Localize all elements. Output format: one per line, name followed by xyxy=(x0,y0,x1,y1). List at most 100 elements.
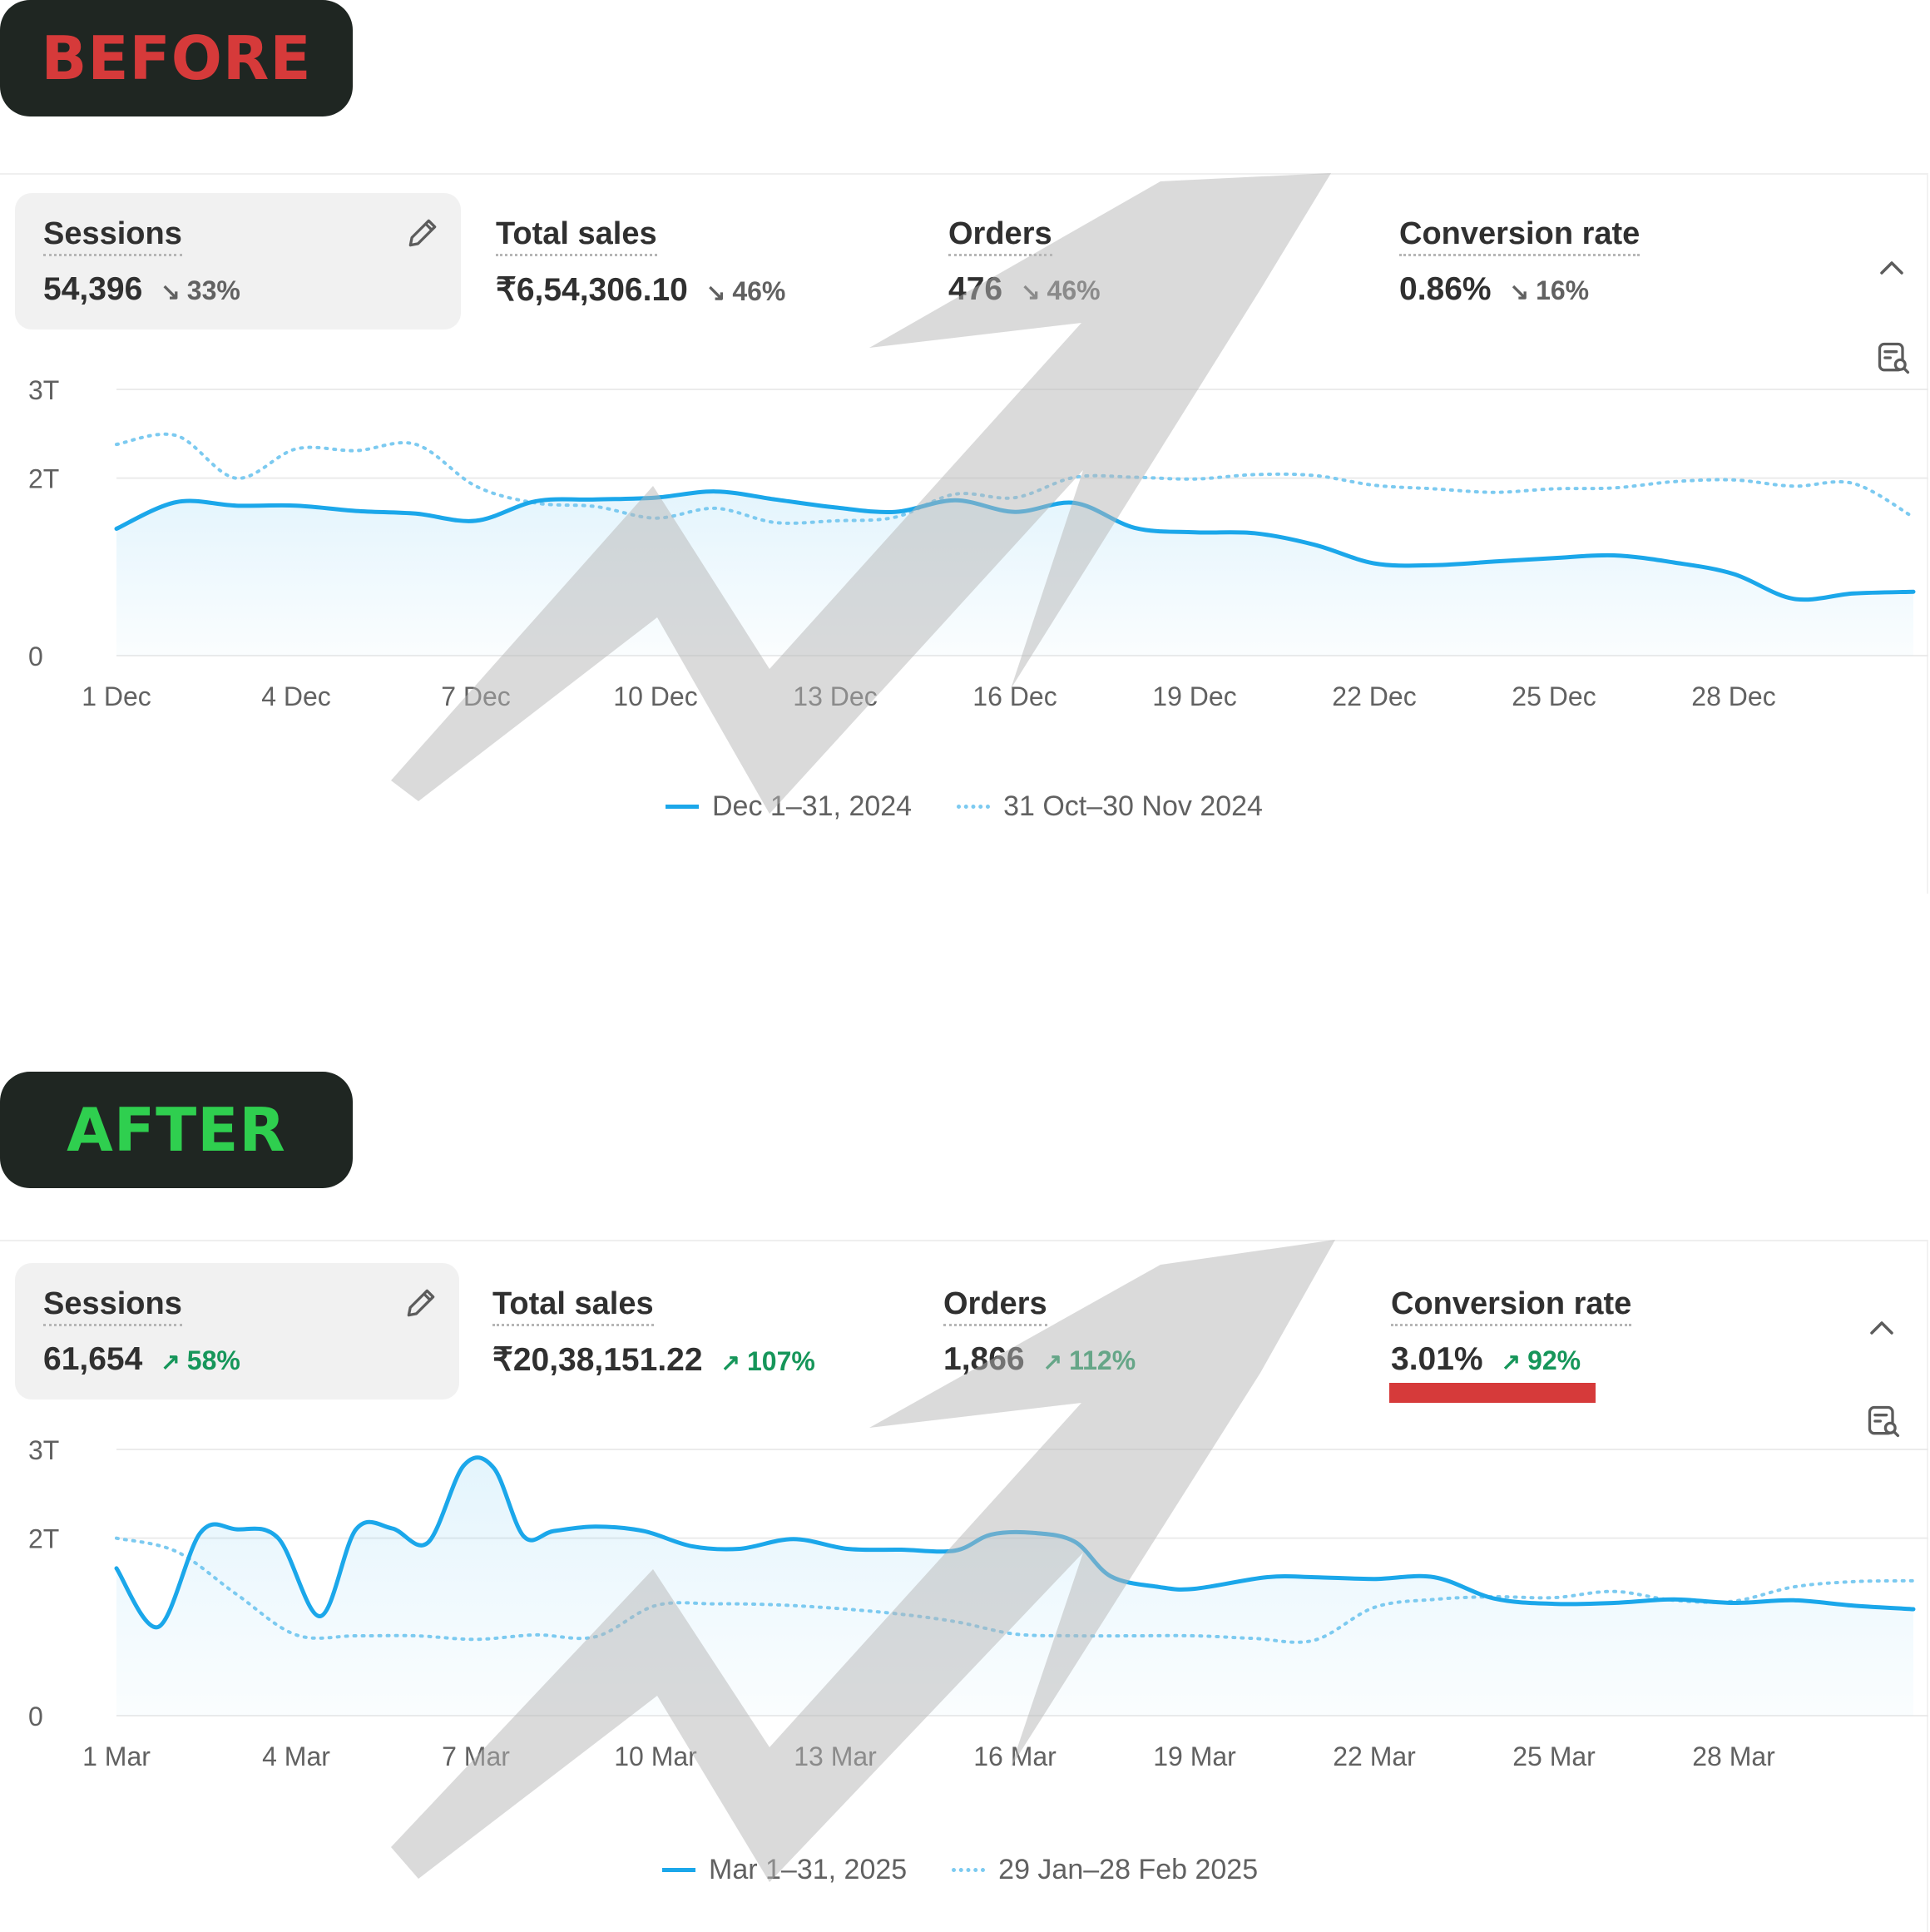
metric-value: 0.86% xyxy=(1399,271,1492,307)
y-tick-label: 0 xyxy=(28,642,43,671)
x-tick-label: 10 Mar xyxy=(614,1741,697,1771)
legend-label: 31 Oct–30 Nov 2024 xyxy=(1003,790,1263,822)
pencil-icon[interactable] xyxy=(404,215,441,251)
arrow-down-icon: ↘ xyxy=(1509,279,1530,305)
arrow-up-icon: ↗ xyxy=(1042,1349,1063,1375)
legend-label: Mar 1–31, 2025 xyxy=(709,1854,908,1885)
arrow-up-icon: ↗ xyxy=(1501,1349,1522,1375)
metric-delta: ↗ 107% xyxy=(721,1346,815,1377)
metric-label: Sessions xyxy=(43,1286,182,1326)
y-tick-label: 2T xyxy=(28,1524,59,1554)
after-analytics-card: Sessions 61,654 ↗ 58% Total sales ₹20,38,1… xyxy=(0,1240,1930,1932)
legend-item-previous[interactable]: 31 Oct–30 Nov 2024 xyxy=(957,790,1263,823)
metric-label: Orders xyxy=(943,1286,1047,1326)
series-area-fill xyxy=(116,1457,1913,1716)
after-badge: AFTER xyxy=(0,1072,353,1188)
metric-delta: ↘ 16% xyxy=(1510,275,1590,306)
x-tick-label: 19 Dec xyxy=(1152,681,1236,711)
series-area-fill xyxy=(116,491,1913,656)
y-tick-label: 2T xyxy=(28,464,59,494)
legend-item-previous[interactable]: 29 Jan–28 Feb 2025 xyxy=(952,1854,1258,1886)
metric-delta: ↘ 33% xyxy=(161,275,240,306)
metric-value: 3.01% xyxy=(1391,1341,1483,1377)
x-tick-label: 7 Mar xyxy=(442,1741,510,1771)
legend-swatch-dotted xyxy=(957,805,991,809)
metric-value: 476 xyxy=(948,271,1003,307)
metric-label: Total sales xyxy=(496,216,657,256)
before-analytics-card: Sessions 54,396 ↘ 33% Total sales ₹6,54,30… xyxy=(0,173,1930,894)
x-tick-label: 10 Dec xyxy=(613,681,697,711)
x-tick-label: 1 Mar xyxy=(82,1741,151,1771)
arrow-down-icon: ↘ xyxy=(161,279,181,305)
x-tick-label: 22 Mar xyxy=(1333,1741,1416,1771)
arrow-up-icon: ↗ xyxy=(161,1349,181,1375)
x-tick-label: 19 Mar xyxy=(1153,1741,1236,1771)
legend-item-current[interactable]: Dec 1–31, 2024 xyxy=(666,790,912,823)
delta-value: 107% xyxy=(747,1346,815,1376)
metric-value: 61,654 xyxy=(43,1341,143,1377)
delta-value: 46% xyxy=(732,276,786,306)
x-tick-label: 4 Mar xyxy=(262,1741,330,1771)
arrow-up-icon: ↗ xyxy=(720,1350,740,1375)
arrow-down-icon: ↘ xyxy=(705,280,726,305)
metric-tile-conversion-rate[interactable]: Conversion rate 3.01% ↗ 92% xyxy=(1363,1263,1829,1399)
metric-tile-sessions[interactable]: Sessions 61,654 ↗ 58% xyxy=(15,1263,459,1399)
pencil-icon[interactable] xyxy=(403,1285,439,1321)
delta-value: 92% xyxy=(1527,1345,1581,1375)
metric-label: Sessions xyxy=(43,216,182,256)
metric-delta: ↗ 58% xyxy=(161,1345,240,1376)
metric-tile-orders[interactable]: Orders 1,866 ↗ 112% xyxy=(915,1263,1356,1399)
legend-item-current[interactable]: Mar 1–31, 2025 xyxy=(662,1854,907,1886)
legend-swatch-solid xyxy=(666,805,699,809)
metric-tile-conversion-rate[interactable]: Conversion rate 0.86% ↘ 16% xyxy=(1371,193,1837,329)
metric-delta: ↗ 92% xyxy=(1502,1345,1581,1376)
legend-swatch-solid xyxy=(662,1868,695,1872)
chart-legend: Dec 1–31, 2024 31 Oct–30 Nov 2024 xyxy=(666,790,1308,823)
legend-label: 29 Jan–28 Feb 2025 xyxy=(998,1854,1259,1885)
delta-value: 58% xyxy=(186,1345,240,1375)
metric-tile-sessions[interactable]: Sessions 54,396 ↘ 33% xyxy=(15,193,461,329)
x-tick-label: 1 Dec xyxy=(82,681,151,711)
delta-value: 112% xyxy=(1069,1345,1136,1375)
x-tick-label: 7 Dec xyxy=(441,681,511,711)
x-tick-label: 28 Dec xyxy=(1691,681,1775,711)
x-tick-label: 16 Mar xyxy=(973,1741,1057,1771)
metric-value: ₹6,54,306.10 xyxy=(496,272,688,308)
metric-tile-total-sales[interactable]: Total sales ₹6,54,306.10 ↘ 46% xyxy=(468,193,908,329)
x-tick-label: 4 Dec xyxy=(261,681,331,711)
legend-label: Dec 1–31, 2024 xyxy=(712,790,913,822)
delta-value: 33% xyxy=(186,275,240,305)
x-tick-label: 13 Dec xyxy=(793,681,877,711)
arrow-down-icon: ↘ xyxy=(1021,279,1041,305)
x-tick-label: 25 Mar xyxy=(1512,1741,1596,1771)
metric-delta: ↘ 46% xyxy=(706,276,786,307)
x-tick-label: 28 Mar xyxy=(1692,1741,1775,1771)
metric-label: Conversion rate xyxy=(1399,216,1640,256)
metric-label: Orders xyxy=(948,216,1052,256)
y-tick-label: 3T xyxy=(28,1435,59,1465)
chart-legend: Mar 1–31, 2025 29 Jan–28 Feb 2025 xyxy=(662,1854,1303,1886)
x-tick-label: 16 Dec xyxy=(972,681,1057,711)
sessions-line-chart: 0 2T 3T 1 Mar 4 Mar 7 Mar 10 Mar 13 Mar 16 Mar 19… xyxy=(28,1435,1928,1771)
metric-delta: ↘ 46% xyxy=(1021,275,1101,306)
chevron-up-icon[interactable] xyxy=(1865,1316,1898,1340)
x-tick-label: 22 Dec xyxy=(1332,681,1416,711)
before-badge: BEFORE xyxy=(0,0,353,116)
metric-value: 54,396 xyxy=(43,271,143,307)
metric-delta: ↗ 112% xyxy=(1043,1345,1136,1376)
metric-label: Conversion rate xyxy=(1391,1286,1632,1326)
metric-tile-total-sales[interactable]: Total sales ₹20,38,151.22 ↗ 107% xyxy=(464,1263,913,1399)
highlight-underline xyxy=(1389,1383,1596,1403)
metric-value: 1,866 xyxy=(943,1341,1025,1377)
legend-swatch-dotted xyxy=(952,1868,986,1872)
x-tick-label: 13 Mar xyxy=(794,1741,877,1771)
metric-value: ₹20,38,151.22 xyxy=(492,1342,703,1378)
metric-tile-orders[interactable]: Orders 476 ↘ 46% xyxy=(920,193,1361,329)
y-tick-label: 0 xyxy=(28,1702,43,1731)
y-tick-label: 3T xyxy=(28,375,59,405)
x-tick-label: 25 Dec xyxy=(1512,681,1596,711)
chevron-up-icon[interactable] xyxy=(1875,256,1908,280)
delta-value: 46% xyxy=(1047,275,1101,305)
delta-value: 16% xyxy=(1536,275,1590,305)
sessions-line-chart: 0 2T 3T 1 Dec 4 Dec 7 Dec 10 Dec 13 Dec 16 Dec 19… xyxy=(28,375,1928,711)
